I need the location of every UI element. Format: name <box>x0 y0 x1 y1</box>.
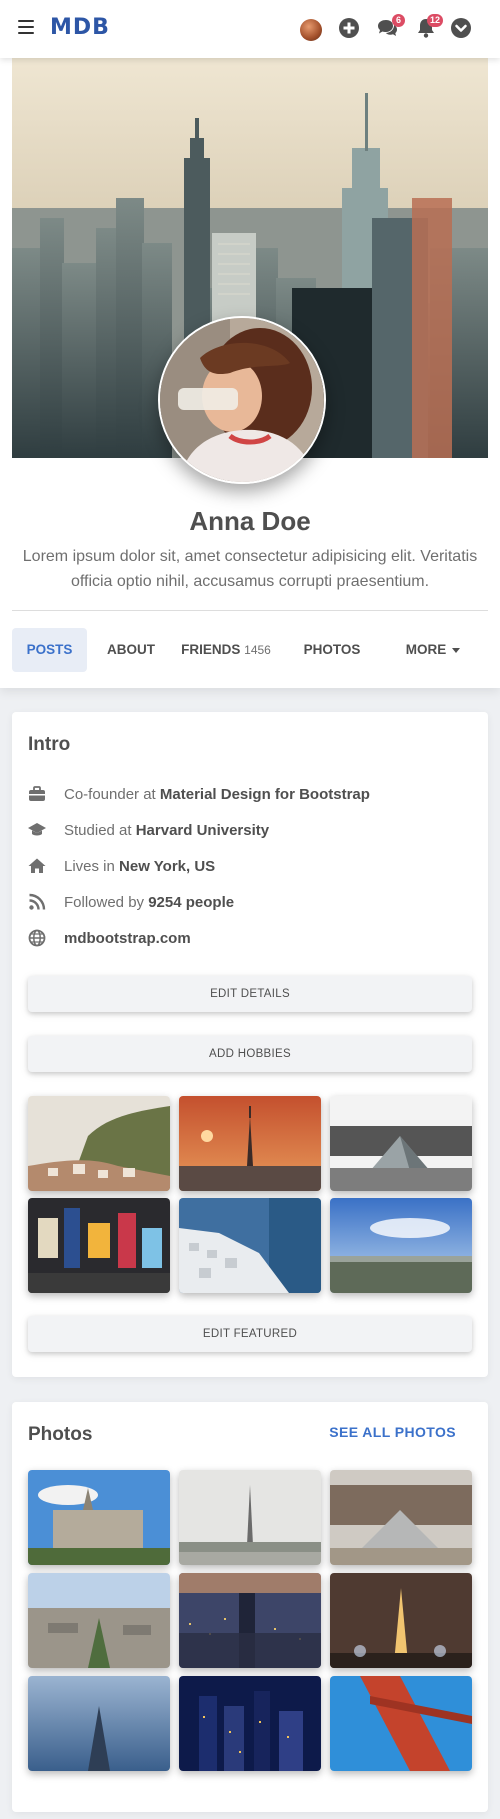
featured-photo[interactable] <box>28 1096 170 1191</box>
graduation-cap-icon <box>28 823 46 836</box>
messages-badge: 6 <box>392 14 405 27</box>
featured-photo[interactable] <box>330 1096 472 1191</box>
tab-friends-label: FRIENDS <box>181 642 241 657</box>
divider <box>12 610 488 611</box>
tab-more[interactable]: MORE <box>388 628 478 672</box>
intro-work: Co-founder at Material Design for Bootst… <box>28 782 370 806</box>
briefcase-icon <box>29 786 45 801</box>
tab-friends[interactable]: FRIENDS 1456 <box>176 628 276 672</box>
intro-website[interactable]: mdbootstrap.com <box>28 926 191 950</box>
profile-avatar[interactable] <box>158 316 326 484</box>
gallery-photo[interactable] <box>28 1676 170 1771</box>
tab-about[interactable]: ABOUT <box>96 628 166 672</box>
intro-lives-prefix: Lives in <box>64 857 120 875</box>
gallery-photo[interactable] <box>179 1470 321 1565</box>
intro-followers-value: 9254 people <box>148 893 235 911</box>
intro-work-prefix: Co-founder at <box>64 785 160 803</box>
gallery-photo[interactable] <box>330 1470 472 1565</box>
profile-header: Anna Doe Lorem ipsum dolor sit, amet con… <box>0 58 500 688</box>
globe-icon <box>28 929 46 947</box>
edit-details-button[interactable]: EDIT DETAILS <box>28 976 472 1012</box>
plus-circle-icon[interactable] <box>338 17 360 39</box>
featured-photo[interactable] <box>179 1198 321 1293</box>
featured-photo[interactable] <box>28 1198 170 1293</box>
menu-icon[interactable] <box>18 20 34 34</box>
intro-title: Intro <box>28 734 71 755</box>
photos-card: Photos SEE ALL PHOTOS <box>12 1402 488 1812</box>
gallery-photo[interactable] <box>28 1470 170 1565</box>
friends-count: 1456 <box>244 643 271 657</box>
intro-work-value: Material Design for Bootstrap <box>159 785 370 803</box>
profile-bio: Lorem ipsum dolor sit, amet consectetur … <box>22 548 478 590</box>
featured-photo[interactable] <box>179 1096 321 1191</box>
avatar[interactable] <box>300 19 322 41</box>
chevron-down-circle-icon[interactable] <box>450 17 472 39</box>
intro-lives-value: New York, US <box>119 857 216 875</box>
intro-study: Studied at Harvard University <box>28 818 269 842</box>
notifications-badge: 12 <box>427 14 444 27</box>
logo[interactable]: MDB <box>50 15 110 40</box>
intro-followers-prefix: Followed by <box>64 893 149 911</box>
profile-name: Anna Doe <box>189 506 311 536</box>
gallery-photo[interactable] <box>28 1573 170 1668</box>
edit-featured-button[interactable]: EDIT FEATURED <box>28 1316 472 1352</box>
intro-lives: Lives in New York, US <box>28 854 215 878</box>
profile-tabs: POSTS ABOUT FRIENDS 1456 PHOTOS MORE <box>12 628 488 674</box>
gallery-photo[interactable] <box>330 1676 472 1771</box>
photos-title: Photos <box>28 1424 93 1445</box>
add-hobbies-button[interactable]: ADD HOBBIES <box>28 1036 472 1072</box>
home-icon <box>28 858 46 873</box>
intro-card: Intro Co-founder at Material Design for … <box>12 712 488 1377</box>
featured-photo[interactable] <box>330 1198 472 1293</box>
gallery-photo[interactable] <box>179 1676 321 1771</box>
tab-more-label: MORE <box>405 642 447 657</box>
intro-study-value: Harvard University <box>135 821 270 839</box>
caret-down-icon <box>452 647 461 653</box>
intro-study-prefix: Studied at <box>64 821 136 839</box>
tab-posts[interactable]: POSTS <box>12 628 87 672</box>
tab-photos[interactable]: PHOTOS <box>292 628 372 672</box>
intro-website-value[interactable]: mdbootstrap.com <box>64 930 191 947</box>
navbar: MDB 6 12 <box>0 0 500 58</box>
rss-icon <box>29 893 46 910</box>
see-all-photos-link[interactable]: SEE ALL PHOTOS <box>329 1424 456 1440</box>
intro-followers: Followed by 9254 people <box>28 890 234 914</box>
gallery-photo[interactable] <box>330 1573 472 1668</box>
gallery-photo[interactable] <box>179 1573 321 1668</box>
